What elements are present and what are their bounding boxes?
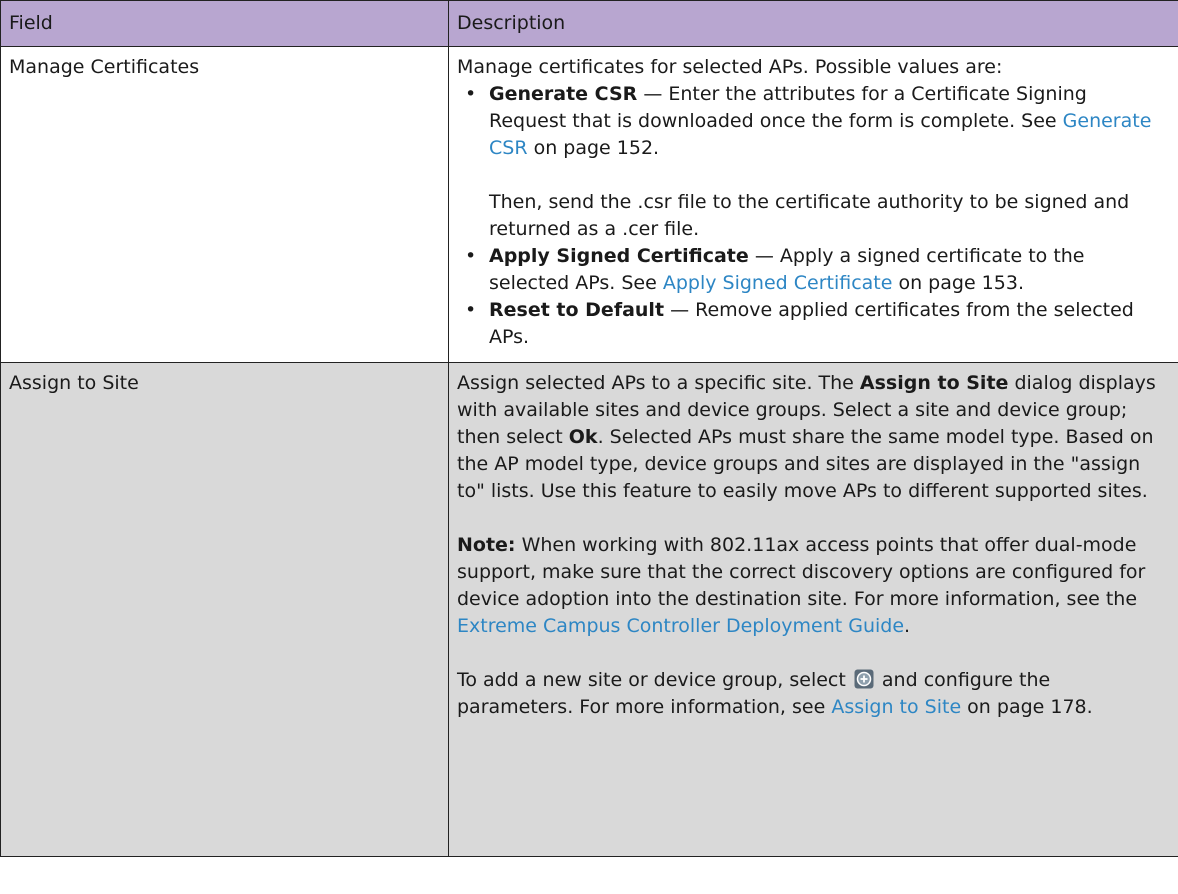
text-fragment: To add a new site or device group, selec… <box>457 669 852 691</box>
field-manage-certificates: Manage Certificates <box>0 46 449 363</box>
term-generate-csr: Generate CSR <box>489 83 638 105</box>
intro-text: Manage certificates for selected APs. Po… <box>457 56 1003 78</box>
list-item: Generate CSR — Enter the attributes for … <box>457 81 1170 162</box>
list-item: Apply Signed Certificate — Apply a signe… <box>457 243 1170 297</box>
text-fragment: Assign selected APs to a specific site. … <box>457 372 860 394</box>
link-assign-to-site[interactable]: Assign to Site <box>831 696 961 718</box>
text-fragment: on page 178. <box>961 696 1093 718</box>
table-row: Manage Certificates Manage certificates … <box>0 46 1178 363</box>
item-page-ref: on page 152. <box>527 137 660 159</box>
field-description-table: Field Description Manage Certificates Ma… <box>0 0 1178 857</box>
header-field: Field <box>0 0 449 47</box>
options-list: Generate CSR — Enter the attributes for … <box>457 81 1170 162</box>
options-list-cont: Apply Signed Certificate — Apply a signe… <box>457 243 1170 351</box>
bold-assign-to-site: Assign to Site <box>859 372 1009 394</box>
text-fragment: . <box>904 615 911 637</box>
table-row: Assign to Site Assign selected APs to a … <box>0 362 1178 857</box>
description-manage-certificates: Manage certificates for selected APs. Po… <box>448 46 1178 363</box>
header-description: Description <box>448 0 1178 47</box>
link-apply-signed-certificate[interactable]: Apply Signed Certificate <box>663 272 893 294</box>
link-deployment-guide[interactable]: Extreme Campus Controller Deployment Gui… <box>457 615 904 637</box>
list-item: Reset to Default — Remove applied certif… <box>457 297 1170 351</box>
description-assign-to-site: Assign selected APs to a specific site. … <box>448 362 1178 857</box>
item-page-ref: on page 153. <box>892 272 1024 294</box>
add-site-paragraph: To add a new site or device group, selec… <box>457 667 1170 721</box>
note-label: Note: <box>457 534 516 556</box>
add-circle-icon <box>854 669 874 689</box>
continuation-text: Then, send the .csr file to the certific… <box>489 191 1130 240</box>
table-header-row: Field Description <box>0 0 1178 47</box>
bold-ok: Ok <box>568 426 598 448</box>
term-apply-signed-certificate: Apply Signed Certificate <box>489 245 749 267</box>
note-paragraph: Note: When working with 802.11ax access … <box>457 532 1170 640</box>
assign-paragraph: Assign selected APs to a specific site. … <box>457 370 1170 505</box>
note-text: When working with 802.11ax access points… <box>457 534 1146 610</box>
term-reset-to-default: Reset to Default <box>489 299 665 321</box>
field-assign-to-site: Assign to Site <box>0 362 449 857</box>
